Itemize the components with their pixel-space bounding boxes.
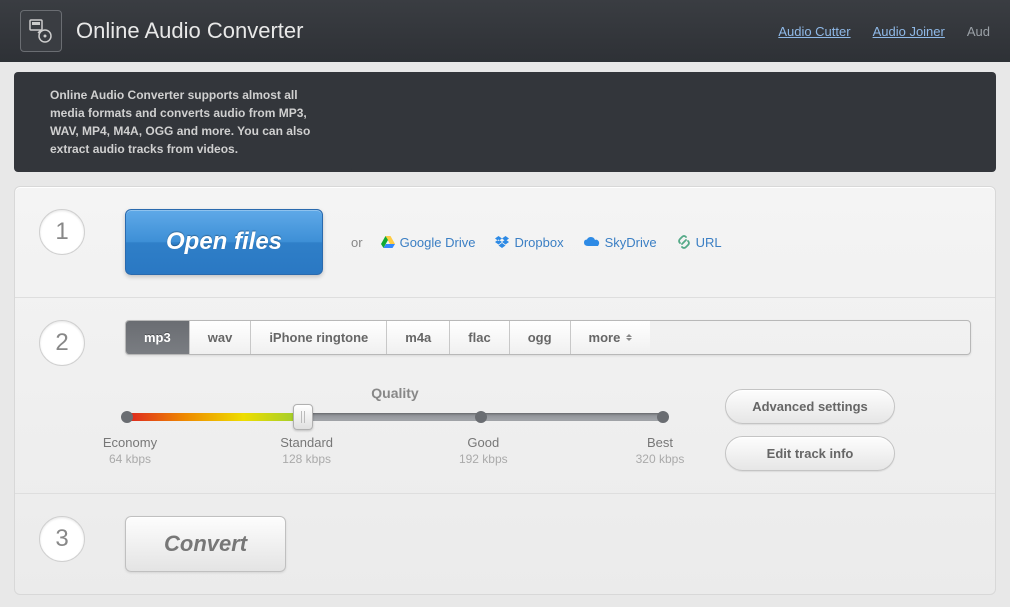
nav-link-audio-joiner[interactable]: Audio Joiner [873, 24, 945, 39]
advanced-settings-button[interactable]: Advanced settings [725, 389, 895, 424]
stop-rate: 128 kbps [272, 452, 342, 466]
slider-fill [125, 413, 303, 421]
step-1-row: 1 Open files or Google Drive Dropbox Sky… [15, 187, 995, 298]
source-google-drive[interactable]: Google Drive [381, 235, 476, 250]
format-tab-mp3[interactable]: mp3 [126, 321, 190, 354]
format-tab-flac[interactable]: flac [450, 321, 509, 354]
skydrive-icon [584, 237, 600, 247]
source-skydrive[interactable]: SkyDrive [584, 235, 657, 250]
stop-name: Economy [95, 435, 165, 450]
quality-label: Quality [125, 385, 665, 401]
quality-section: Quality Economy 64 kbps [125, 385, 971, 471]
side-buttons: Advanced settings Edit track info [725, 389, 895, 471]
step-1-content: Open files or Google Drive Dropbox SkyDr… [125, 209, 971, 275]
stop-rate: 64 kbps [95, 452, 165, 466]
link-icon [677, 235, 691, 249]
step-2-row: 2 mp3 wav iPhone ringtone m4a flac ogg m… [15, 298, 995, 494]
format-tab-m4a[interactable]: m4a [387, 321, 450, 354]
source-label: SkyDrive [605, 235, 657, 250]
step-3-number: 3 [39, 516, 85, 562]
slider-tick-economy [121, 411, 133, 423]
edit-track-info-button[interactable]: Edit track info [725, 436, 895, 471]
nav-link-partial[interactable]: Aud [967, 24, 990, 39]
format-more-label: more [589, 330, 621, 345]
open-files-button[interactable]: Open files [125, 209, 323, 275]
source-url[interactable]: URL [677, 235, 722, 250]
source-label: Google Drive [400, 235, 476, 250]
slider-labels: Economy 64 kbps Standard 128 kbps Good 1… [125, 435, 665, 466]
dropbox-icon [495, 236, 509, 248]
stop-rate: 320 kbps [625, 452, 695, 466]
stop-rate: 192 kbps [448, 452, 518, 466]
quality-slider-area: Quality Economy 64 kbps [125, 385, 665, 471]
quality-stop-standard: Standard 128 kbps [272, 435, 342, 466]
or-text: or [351, 235, 363, 250]
slider-tick-good [475, 411, 487, 423]
quality-slider[interactable] [125, 413, 665, 421]
app-logo-icon [20, 10, 62, 52]
chevron-updown-icon [626, 334, 632, 341]
quality-stop-good: Good 192 kbps [448, 435, 518, 466]
step-2-number: 2 [39, 320, 85, 366]
quality-stop-economy: Economy 64 kbps [95, 435, 165, 466]
cloud-sources: Google Drive Dropbox SkyDrive URL [381, 235, 722, 250]
source-label: URL [696, 235, 722, 250]
source-label: Dropbox [514, 235, 563, 250]
step-3-row: 3 Convert [15, 494, 995, 594]
format-tab-iphone[interactable]: iPhone ringtone [251, 321, 387, 354]
description-panel: Online Audio Converter supports almost a… [14, 72, 996, 172]
step-1-number: 1 [39, 209, 85, 255]
step-3-content: Convert [125, 516, 971, 572]
app-header: Online Audio Converter Audio Cutter Audi… [0, 0, 1010, 62]
step-2-content: mp3 wav iPhone ringtone m4a flac ogg mor… [125, 320, 971, 471]
slider-tick-best [657, 411, 669, 423]
format-tab-wav[interactable]: wav [190, 321, 252, 354]
nav-link-audio-cutter[interactable]: Audio Cutter [778, 24, 850, 39]
format-tabs: mp3 wav iPhone ringtone m4a flac ogg mor… [125, 320, 971, 355]
stop-name: Good [448, 435, 518, 450]
stop-name: Best [625, 435, 695, 450]
format-tab-ogg[interactable]: ogg [510, 321, 571, 354]
stop-name: Standard [272, 435, 342, 450]
main-panel: 1 Open files or Google Drive Dropbox Sky… [14, 186, 996, 595]
header-nav: Audio Cutter Audio Joiner Aud [778, 24, 990, 39]
app-title: Online Audio Converter [76, 18, 303, 44]
convert-button[interactable]: Convert [125, 516, 286, 572]
format-tab-more[interactable]: more [571, 321, 651, 354]
source-dropbox[interactable]: Dropbox [495, 235, 563, 250]
description-text: Online Audio Converter supports almost a… [28, 72, 352, 172]
quality-stop-best: Best 320 kbps [625, 435, 695, 466]
slider-thumb[interactable] [293, 404, 313, 430]
gdrive-icon [381, 236, 395, 248]
